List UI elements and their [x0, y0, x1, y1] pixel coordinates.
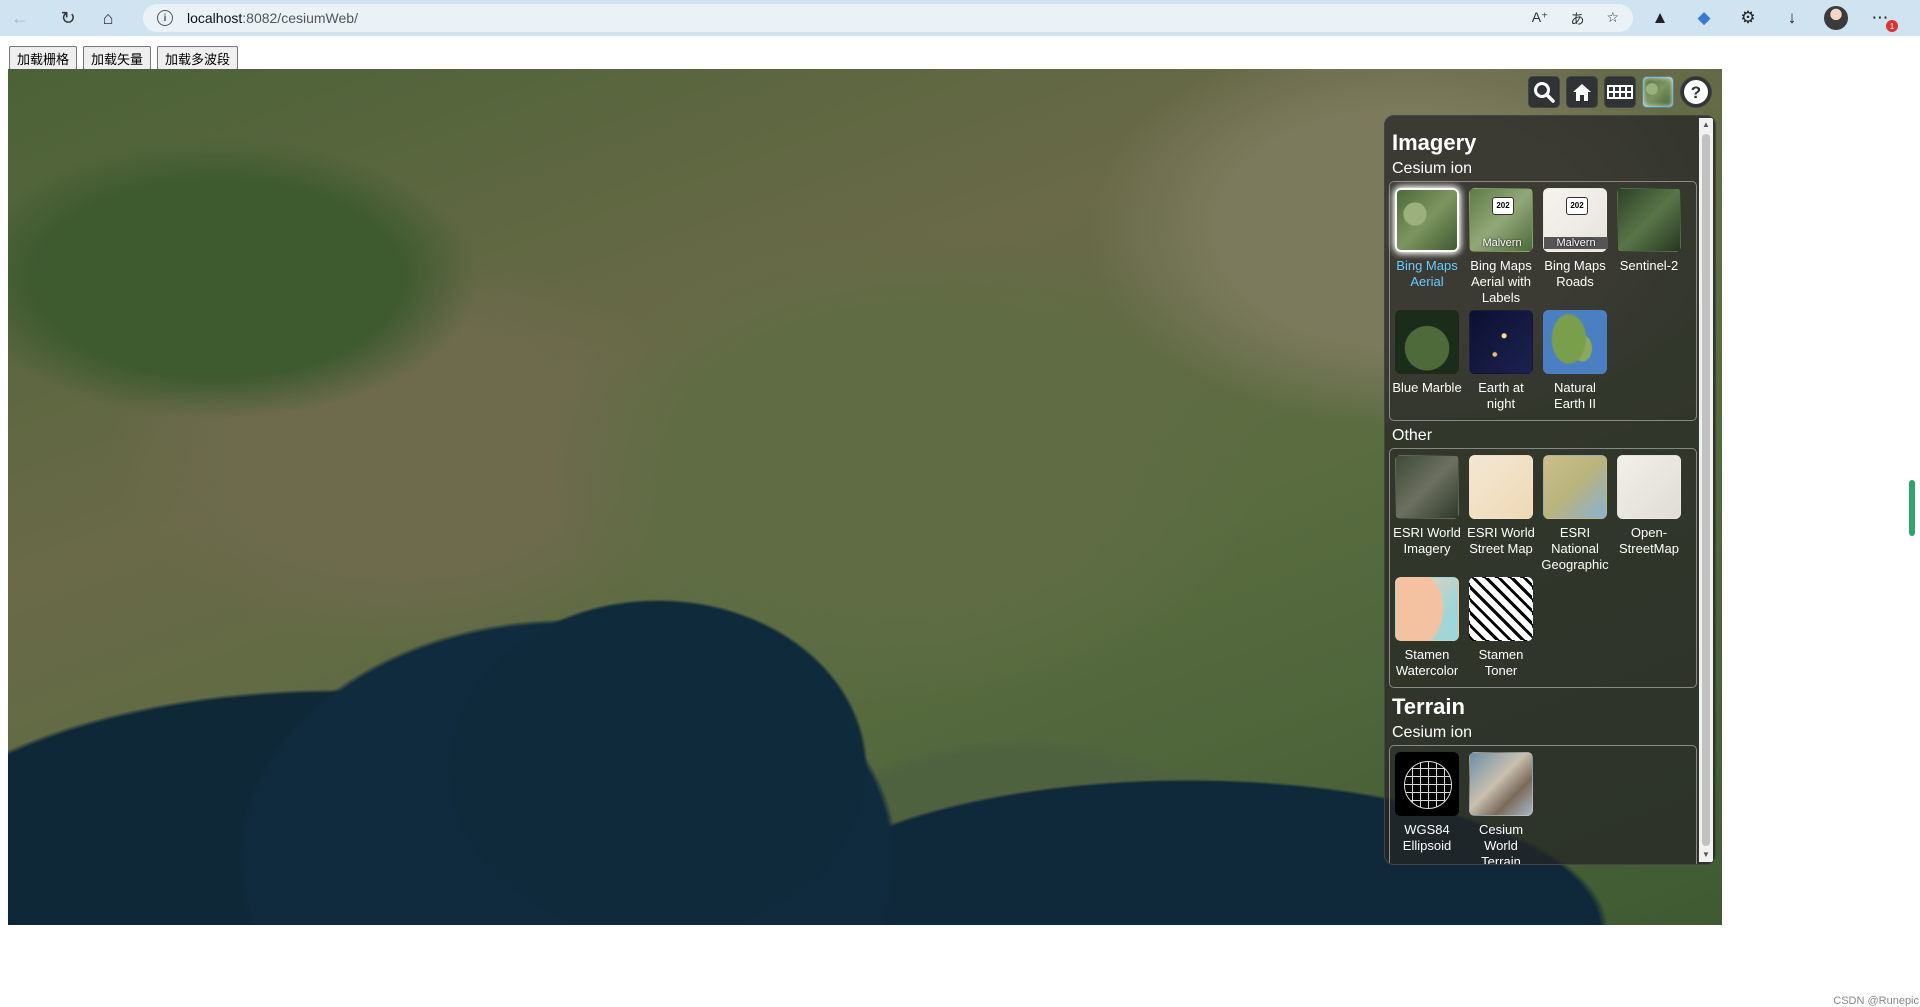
back-icon[interactable]: ← — [0, 0, 40, 36]
load-multiband-button[interactable]: 加载多波段 — [157, 46, 239, 70]
layer-item-label: Natural Earth II — [1554, 380, 1596, 411]
extensions-puzzle-icon[interactable]: ⚙ — [1736, 8, 1760, 28]
svg-text:?: ? — [1691, 83, 1701, 102]
layer-item-natural-earth-ii[interactable]: Natural Earth II — [1538, 310, 1612, 412]
url-host: localhost — [187, 10, 243, 26]
esri-natgeo-thumbnail — [1543, 455, 1607, 519]
esri-imagery-thumbnail — [1395, 455, 1459, 519]
cesium-toolbar: ? — [1528, 76, 1712, 108]
page-scroll-indicator[interactable] — [1909, 480, 1915, 536]
layer-item-label: Blue Marble — [1392, 380, 1462, 395]
globe-grid-icon — [1404, 761, 1452, 809]
route-shield: 202 — [1492, 197, 1514, 215]
route-shield: 202 — [1566, 197, 1588, 215]
extension-icon[interactable]: ▲ — [1648, 8, 1672, 28]
layer-item-bing-maps-roads[interactable]: 202 Malvern Bing Maps Roads — [1538, 188, 1612, 306]
watercolor-thumbnail — [1395, 577, 1459, 641]
layer-item-label: ESRI National Geographic — [1541, 525, 1609, 572]
category-title: Cesium ion — [1392, 724, 1473, 741]
bing-roads-thumbnail: 202 Malvern — [1543, 188, 1608, 252]
terrain-section-title: Terrain — [1392, 694, 1465, 719]
layer-item-label: ESRI World Street Map — [1467, 525, 1535, 556]
favorite-icon[interactable]: ☆ — [1606, 9, 1619, 29]
toner-thumbnail — [1469, 577, 1533, 641]
layer-item-esri-world-imagery[interactable]: ESRI World Imagery — [1390, 455, 1464, 573]
category-title: Cesium ion — [1392, 160, 1473, 177]
layer-item-sentinel-2[interactable]: Sentinel-2 — [1612, 188, 1686, 306]
page-button-group: 加载栅格 加载矢量 加载多波段 — [9, 46, 239, 70]
scene-mode-icon[interactable] — [1604, 76, 1636, 108]
layer-item-label: Earth at night — [1478, 380, 1524, 411]
category-title: Other — [1392, 427, 1433, 444]
layer-item-label: Open-StreetMap — [1619, 525, 1679, 556]
url-path: :8082/cesiumWeb/ — [242, 10, 358, 26]
layer-item-label: Bing Maps Aerial with Labels — [1470, 258, 1532, 305]
picker-scrollbar[interactable]: ▲ ▼ — [1699, 118, 1713, 862]
place-label: Malvern — [1482, 237, 1522, 249]
base-layer-picker-panel: Imagery Cesium ion Bing Maps Aerial 202 … — [1384, 115, 1716, 865]
home-view-icon[interactable] — [1566, 76, 1598, 108]
layer-item-blue-marble[interactable]: Blue Marble — [1390, 310, 1464, 412]
layer-item-label: Stamen Watercolor — [1395, 647, 1459, 678]
layer-item-stamen-watercolor[interactable]: Stamen Watercolor — [1390, 577, 1464, 679]
terrain-category-cesium-ion: WGS84 Ellipsoid Cesium World Terrain — [1389, 745, 1697, 864]
refresh-icon[interactable]: ↻ — [48, 0, 88, 36]
layer-item-label: Bing Maps Roads — [1544, 258, 1606, 289]
scroll-up-icon[interactable]: ▲ — [1699, 118, 1713, 132]
layer-item-earth-at-night[interactable]: Earth at night — [1464, 310, 1538, 412]
osm-thumbnail — [1617, 455, 1681, 519]
scroll-down-icon[interactable]: ▼ — [1699, 848, 1713, 862]
layer-item-label: Sentinel-2 — [1619, 258, 1679, 273]
watermark: CSDN @Runepic — [1833, 995, 1919, 1007]
blue-marble-thumbnail — [1395, 310, 1459, 374]
layer-item-bing-maps-aerial[interactable]: Bing Maps Aerial — [1390, 188, 1464, 306]
place-label: Malvern — [1544, 237, 1608, 249]
terrain-item-cesium-world-terrain[interactable]: Cesium World Terrain — [1464, 752, 1538, 864]
notification-badge: 1 — [1886, 20, 1898, 32]
scrollbar-thumb[interactable] — [1702, 134, 1710, 846]
layer-item-esri-world-street-map[interactable]: ESRI World Street Map — [1464, 455, 1538, 573]
address-bar[interactable]: i localhost:8082/cesiumWeb/ A⁺ あ ☆ — [143, 4, 1633, 32]
translate-icon[interactable]: あ — [1570, 9, 1584, 29]
load-vector-button[interactable]: 加载矢量 — [83, 46, 152, 70]
browser-toolbar: ← ↻ ⌂ i localhost:8082/cesiumWeb/ A⁺ あ ☆… — [0, 0, 1920, 36]
terrain-item-wgs84-ellipsoid[interactable]: WGS84 Ellipsoid — [1390, 752, 1464, 864]
read-aloud-icon[interactable]: A⁺ — [1532, 9, 1549, 29]
search-icon[interactable] — [1528, 76, 1560, 108]
imagery-section-title: Imagery — [1392, 130, 1477, 155]
esri-street-thumbnail — [1469, 455, 1533, 519]
layer-item-label: Bing Maps Aerial — [1396, 258, 1458, 289]
more-menu-icon[interactable]: ⋯ 1 — [1868, 8, 1898, 32]
earth-at-night-thumbnail — [1469, 310, 1533, 374]
help-icon[interactable]: ? — [1680, 76, 1712, 108]
copilot-icon[interactable]: ◆ — [1692, 8, 1716, 28]
wgs84-thumbnail — [1395, 752, 1459, 816]
downloads-icon[interactable]: ↓ — [1780, 8, 1804, 28]
bing-labels-thumbnail: 202 Malvern — [1469, 188, 1533, 252]
base-layer-picker-icon[interactable] — [1642, 76, 1674, 108]
imagery-category-other: ESRI World Imagery ESRI World Street Map… — [1389, 448, 1697, 688]
world-terrain-thumbnail — [1469, 752, 1533, 816]
sentinel-thumbnail — [1617, 188, 1681, 252]
layer-item-label: Cesium World Terrain — [1478, 822, 1524, 864]
layer-item-openstreetmap[interactable]: Open-StreetMap — [1612, 455, 1686, 573]
layer-item-label: WGS84 Ellipsoid — [1402, 822, 1452, 853]
layer-item-label: Stamen Toner — [1478, 647, 1524, 678]
layer-item-bing-maps-aerial-labels[interactable]: 202 Malvern Bing Maps Aerial with Labels — [1464, 188, 1538, 306]
site-info-icon[interactable]: i — [157, 10, 173, 26]
load-raster-button[interactable]: 加载栅格 — [9, 46, 78, 70]
natural-earth-thumbnail — [1543, 310, 1607, 374]
profile-avatar[interactable] — [1824, 6, 1848, 30]
layer-item-label: ESRI World Imagery — [1393, 525, 1461, 556]
bing-aerial-thumbnail — [1395, 188, 1459, 252]
layer-item-esri-national-geographic[interactable]: ESRI National Geographic — [1538, 455, 1612, 573]
home-icon[interactable]: ⌂ — [88, 0, 128, 36]
layer-item-stamen-toner[interactable]: Stamen Toner — [1464, 577, 1538, 679]
imagery-category-cesium-ion: Bing Maps Aerial 202 Malvern Bing Maps A… — [1389, 181, 1697, 421]
